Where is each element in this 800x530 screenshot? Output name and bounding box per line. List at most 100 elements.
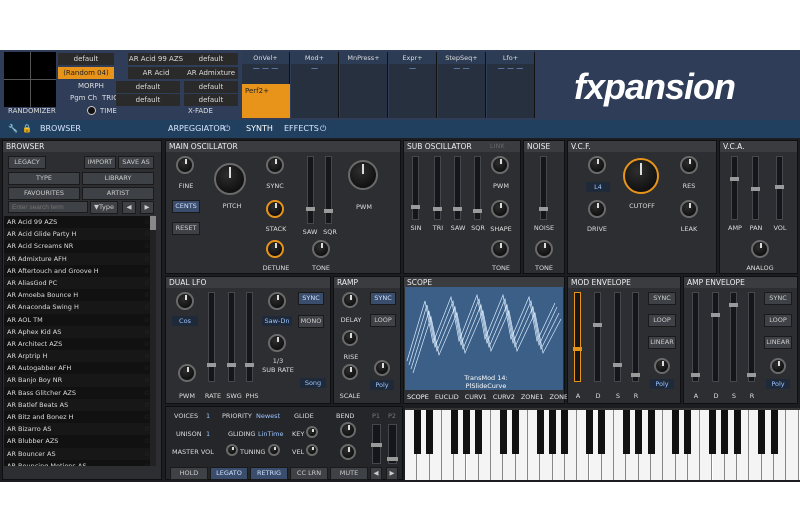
hold-button[interactable]: HOLD: [170, 467, 208, 480]
black-key[interactable]: [672, 410, 680, 454]
tri-slider[interactable]: [433, 156, 442, 220]
sqr-slider[interactable]: [473, 156, 482, 220]
black-key[interactable]: [622, 410, 630, 454]
drive-knob[interactable]: [588, 200, 606, 218]
macro-mod[interactable]: Mod+ —: [291, 52, 339, 118]
patch-slot-1[interactable]: AR Acid 99 AZS: [128, 53, 184, 65]
amp-poly-select[interactable]: Poly: [766, 379, 790, 389]
leak-knob[interactable]: [680, 200, 698, 218]
list-item[interactable]: AR Architect AZS ☆: [4, 338, 152, 350]
sub-tone-knob[interactable]: [491, 240, 509, 258]
amp-sync-button[interactable]: SYNC: [764, 292, 792, 305]
tab-synth[interactable]: SYNTH: [246, 120, 273, 138]
random-slot[interactable]: (Random 04): [58, 67, 114, 79]
lfo-sync-button[interactable]: SYNC: [298, 292, 324, 305]
list-item[interactable]: AR AliasGod PC ☆: [4, 276, 152, 290]
sin-slider[interactable]: [411, 156, 420, 220]
black-key[interactable]: [733, 410, 741, 454]
cents-button[interactable]: CENTS: [172, 200, 200, 213]
black-key[interactable]: [450, 410, 458, 454]
artist-filter-button[interactable]: ARTIST: [82, 187, 154, 200]
octave-up-icon[interactable]: ▶: [386, 467, 398, 480]
lfo-pwm-slider[interactable]: [207, 292, 216, 382]
black-key[interactable]: [413, 410, 421, 454]
slot-default-3[interactable]: default: [116, 81, 180, 93]
patch-slot-3[interactable]: AR Admixture AFH: [184, 67, 238, 89]
mod-decay-slider[interactable]: [593, 292, 602, 382]
black-key[interactable]: [463, 410, 470, 454]
list-item[interactable]: AR Bitz and Bonez H ☆: [4, 411, 152, 423]
gliding-value[interactable]: LinTime: [258, 430, 283, 438]
link-label[interactable]: LINK: [490, 142, 505, 150]
cutoff-knob[interactable]: [623, 158, 659, 194]
amp-poly-knob[interactable]: [770, 358, 786, 374]
ramp-loop-button[interactable]: LOOP: [370, 314, 396, 327]
stack-knob[interactable]: [266, 200, 284, 218]
type-dropdown[interactable]: ▼Type: [90, 201, 118, 214]
list-item[interactable]: AR Autogabber AFH ☆: [4, 362, 152, 374]
list-item[interactable]: AR Anaconda Swing H ☆: [4, 301, 152, 314]
octave-down-icon[interactable]: ◀: [370, 467, 382, 480]
list-item[interactable]: AR Arptrip H ☆: [4, 350, 152, 363]
mod-sync-button[interactable]: SYNC: [648, 292, 676, 305]
white-key[interactable]: [786, 410, 799, 480]
amp-linear-button[interactable]: LINEAR: [764, 336, 792, 349]
tab-zone1[interactable]: ZONE1: [521, 391, 544, 403]
list-item[interactable]: AR Banjo Boy NR ☆: [4, 374, 152, 387]
pwm-knob[interactable]: [348, 160, 378, 190]
list-item[interactable]: AR Bass Glitcher AZS ☆: [4, 387, 152, 399]
fine-knob[interactable]: [176, 156, 194, 174]
lfo-swg-slider[interactable]: [245, 292, 254, 382]
black-key[interactable]: [770, 410, 778, 454]
mod-wheel[interactable]: [387, 424, 398, 464]
list-item[interactable]: AR AOL TM ☆: [4, 314, 152, 326]
slot-default-1[interactable]: default: [58, 53, 114, 65]
tab-scope[interactable]: SCOPE: [407, 391, 429, 403]
saw-level-slider[interactable]: [306, 156, 315, 224]
library-filter-button[interactable]: LIBRARY: [82, 172, 154, 185]
list-item[interactable]: AR Aftertouch and Groove H ☆: [4, 265, 152, 277]
amp-slider[interactable]: [730, 156, 739, 220]
list-item[interactable]: AR Admixture AFH ☆: [4, 252, 152, 265]
tab-browser[interactable]: BROWSER: [40, 120, 81, 138]
lfo-rate-slider[interactable]: [227, 292, 236, 382]
lock-icon[interactable]: 🔒: [22, 120, 32, 138]
retrig-button[interactable]: RETRIG: [250, 467, 288, 480]
black-key[interactable]: [561, 410, 569, 454]
macro-stepseq[interactable]: StepSeq+ — —: [438, 52, 486, 118]
amp-release-slider[interactable]: [747, 292, 756, 382]
tab-curv1[interactable]: CURV1: [465, 391, 487, 403]
power-icon[interactable]: ⏻: [224, 120, 230, 138]
res-knob[interactable]: [680, 156, 698, 174]
legato-button[interactable]: LEGATO: [210, 467, 248, 480]
sub-pwm-knob[interactable]: [491, 156, 509, 174]
slot-default-4[interactable]: default: [184, 81, 238, 93]
black-key[interactable]: [758, 410, 766, 454]
list-item[interactable]: AR Amoeba Bounce H ☆: [4, 289, 152, 301]
search-input[interactable]: [8, 201, 88, 213]
black-key[interactable]: [635, 410, 643, 454]
black-key[interactable]: [709, 410, 716, 454]
pitch-knob[interactable]: [214, 163, 246, 195]
preset-list[interactable]: AR Acid 99 AZS ☆ AR Acid Glide Party H ☆ AR …: [4, 216, 152, 466]
list-item[interactable]: AR Acid Glide Party H ☆: [4, 228, 152, 241]
detune-knob[interactable]: [266, 240, 284, 258]
bend-up-knob[interactable]: [340, 422, 356, 438]
list-scrollbar[interactable]: [150, 216, 156, 466]
black-key[interactable]: [549, 410, 557, 454]
list-item[interactable]: AR Bouncer AS ☆: [4, 447, 152, 460]
cc-learn-button[interactable]: CC LRN: [290, 467, 328, 480]
saw-slider[interactable]: [453, 156, 462, 220]
reset-button[interactable]: RESET: [172, 222, 200, 235]
black-key[interactable]: [721, 410, 729, 454]
rise-knob[interactable]: [342, 330, 358, 346]
ramp-poly-select[interactable]: Poly: [370, 380, 394, 390]
amp-sustain-slider[interactable]: [729, 292, 738, 382]
macro-mnpress[interactable]: MnPress+: [340, 52, 388, 118]
list-item[interactable]: AR Bizarro AS ☆: [4, 423, 152, 436]
save-as-button[interactable]: SAVE AS: [118, 156, 154, 169]
unison-value[interactable]: 1: [206, 430, 210, 438]
list-item[interactable]: AR Aphex Kid AS ☆: [4, 325, 152, 338]
mod-linear-button[interactable]: LINEAR: [648, 336, 676, 349]
macro-lfo[interactable]: Lfo+ — — —: [487, 52, 535, 118]
